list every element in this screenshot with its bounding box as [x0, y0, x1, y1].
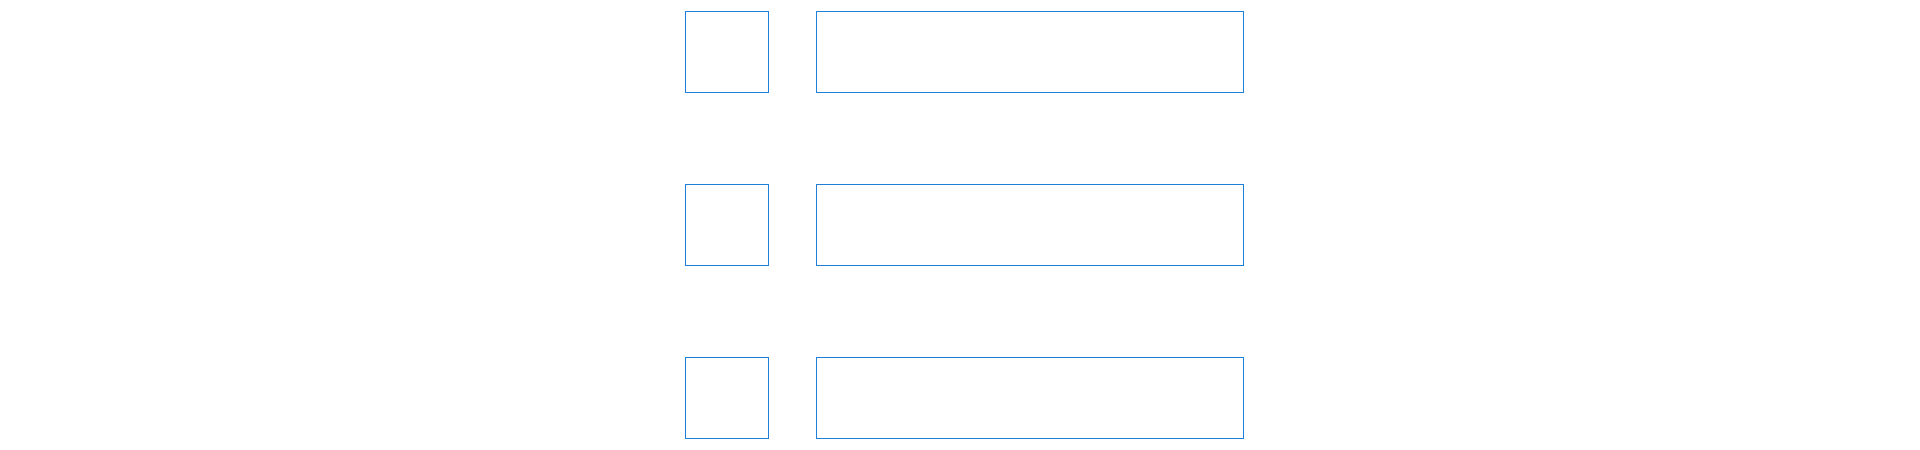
wireframe-canvas — [0, 0, 1920, 450]
thumbnail-placeholder — [685, 184, 769, 266]
list-item — [685, 184, 1245, 268]
content-placeholder — [816, 184, 1244, 266]
thumbnail-placeholder — [685, 357, 769, 439]
list-item — [685, 357, 1245, 441]
content-placeholder — [816, 357, 1244, 439]
list-item — [685, 11, 1245, 95]
content-placeholder — [816, 11, 1244, 93]
thumbnail-placeholder — [685, 11, 769, 93]
